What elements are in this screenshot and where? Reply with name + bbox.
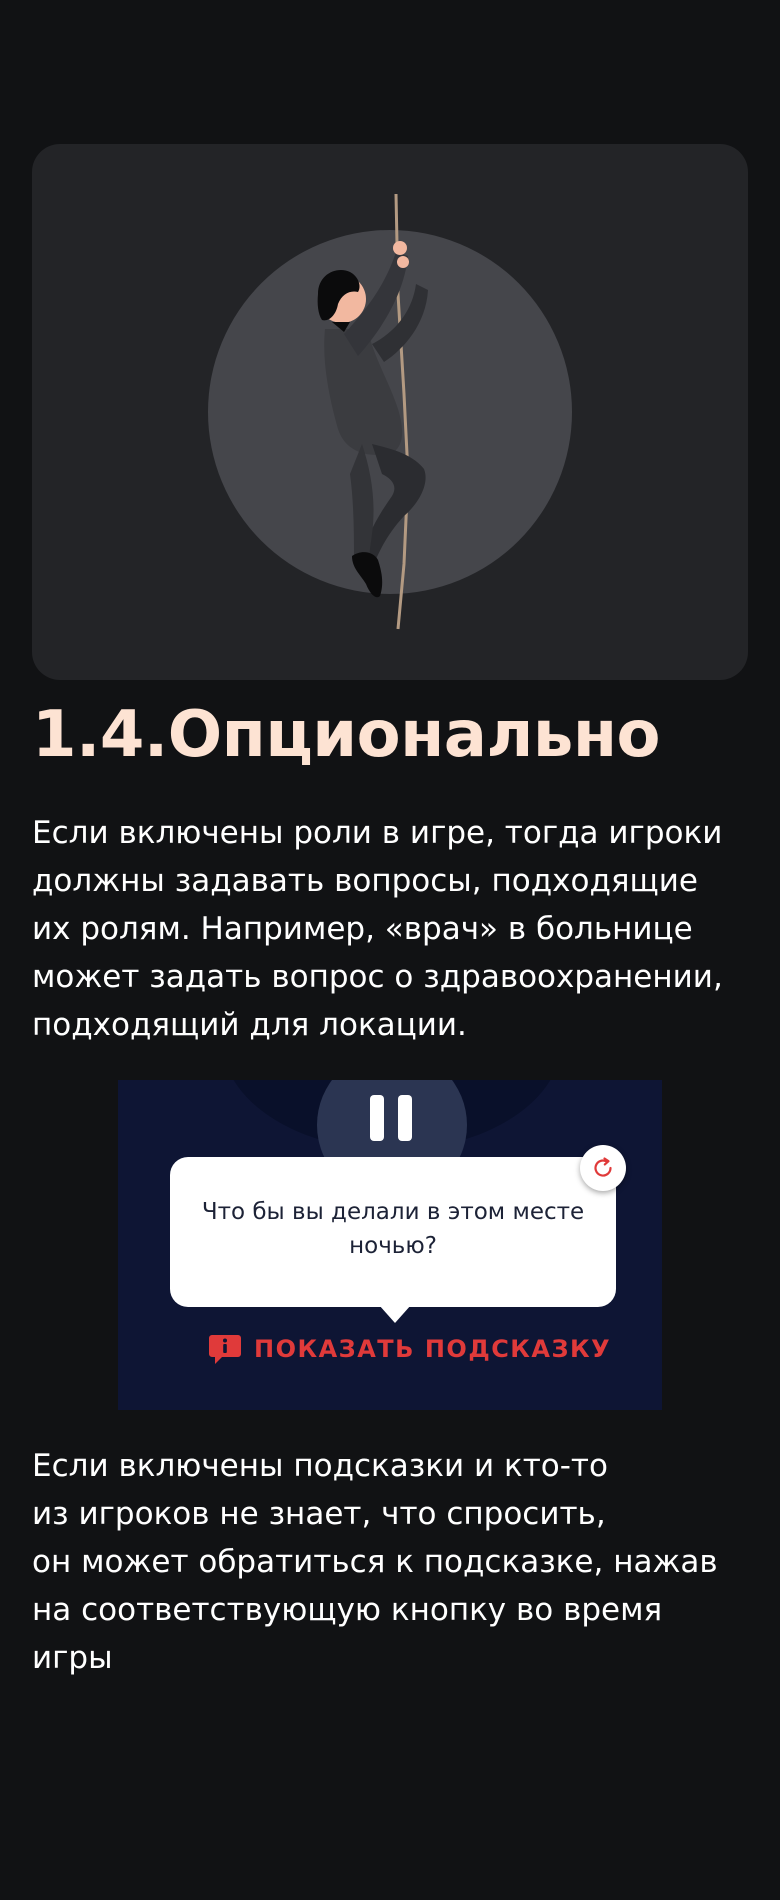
pause-icon-bar xyxy=(370,1095,384,1141)
pause-icon-bar xyxy=(398,1095,412,1141)
hint-preview-image: Что бы вы делали в этом месте ночью? ПОК… xyxy=(118,1080,662,1410)
hints-description: Если включены подсказки и кто-то из игро… xyxy=(32,1448,718,1676)
refresh-question-button[interactable] xyxy=(580,1145,626,1191)
illustration-card xyxy=(32,144,748,680)
refresh-icon xyxy=(594,1157,612,1177)
roles-description: Если включены роли в игре, тогда игроки … xyxy=(32,815,723,1043)
hint-info-icon xyxy=(209,1335,241,1364)
show-hint-label: ПОКАЗАТЬ ПОДСКАЗКУ xyxy=(254,1335,612,1363)
question-text: Что бы вы делали в этом месте ночью? xyxy=(201,1199,585,1259)
question-card: Что бы вы делали в этом месте ночью? xyxy=(170,1157,616,1323)
rope-climber-illustration xyxy=(208,193,572,630)
climber-hand-2 xyxy=(397,256,409,268)
section-title: 1.4.Опционально xyxy=(32,698,661,772)
climber-hand-1 xyxy=(393,241,407,255)
question-card-tail xyxy=(379,1305,411,1323)
show-hint-button[interactable]: ПОКАЗАТЬ ПОДСКАЗКУ xyxy=(208,1332,611,1366)
